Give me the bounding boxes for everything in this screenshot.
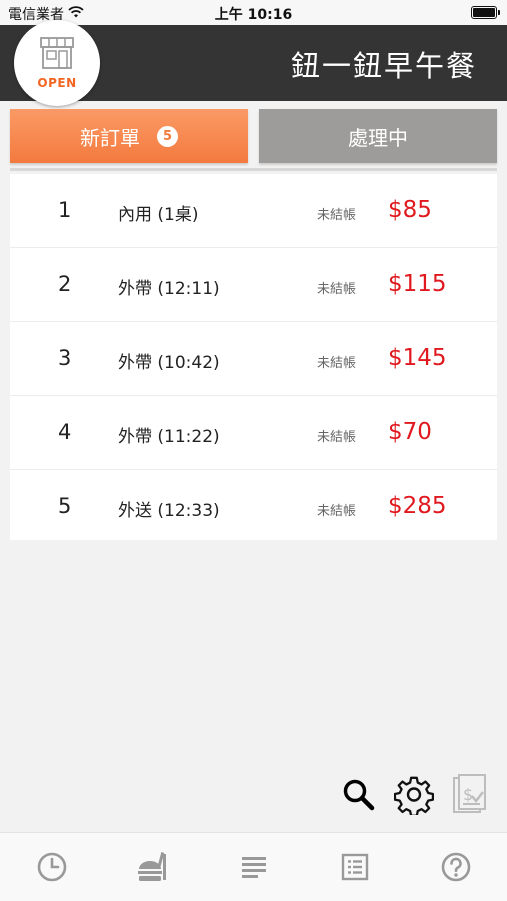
tab-new-orders-label: 新訂單 (80, 125, 140, 150)
order-status: 未結帳 (317, 282, 357, 297)
help-icon[interactable] (436, 847, 476, 887)
order-number: 4 (58, 420, 72, 444)
order-price: $285 (388, 493, 447, 519)
open-status-logo[interactable]: OPEN (14, 20, 100, 106)
order-number: 3 (58, 346, 72, 370)
order-number: 5 (58, 494, 72, 518)
order-type: 外帶 (12:11) (118, 279, 220, 299)
order-row[interactable]: 4 外帶 (11:22) 未結帳 $70 (10, 396, 497, 470)
order-status: 未結帳 (317, 430, 357, 445)
clock-time: 上午 10:16 (214, 7, 293, 23)
status-bar: 電信業者 上午 10:16 (0, 0, 507, 25)
order-price: $70 (388, 419, 432, 445)
toolbar: $ (0, 770, 507, 820)
order-type: 外帶 (10:42) (118, 353, 220, 373)
tab-processing[interactable]: 處理中 (259, 109, 497, 163)
order-list: 1 內用 (1桌) 未結帳 $85 2 外帶 (12:11) 未結帳 $115 … (10, 174, 497, 540)
order-status: 未結帳 (317, 356, 357, 371)
battery-icon (471, 6, 500, 19)
order-number: 1 (58, 198, 72, 222)
order-status: 未結帳 (317, 208, 357, 223)
storefront-icon (37, 36, 77, 74)
order-row[interactable]: 1 內用 (1桌) 未結帳 $85 (10, 174, 497, 248)
tab-new-orders[interactable]: 新訂單 5 (10, 109, 248, 163)
order-tabs: 新訂單 5 處理中 (10, 109, 497, 163)
order-type: 外帶 (11:22) (118, 427, 220, 447)
meal-icon[interactable] (132, 847, 172, 887)
order-number: 2 (58, 272, 72, 296)
order-row[interactable]: 2 外帶 (12:11) 未結帳 $115 (10, 248, 497, 322)
order-status: 未結帳 (317, 504, 357, 519)
svg-text:$: $ (463, 785, 473, 804)
receipt-check-icon[interactable]: $ (447, 770, 493, 820)
order-price: $115 (388, 271, 447, 297)
checklist-icon[interactable] (335, 847, 375, 887)
store-name: 鈕一鈕早午餐 (290, 49, 477, 83)
order-row[interactable]: 5 外送 (12:33) 未結帳 $285 (10, 470, 497, 544)
order-price: $85 (388, 197, 432, 223)
bottom-navigation (0, 832, 507, 901)
order-price: $145 (388, 345, 447, 371)
new-orders-count-badge: 5 (157, 125, 178, 147)
order-type: 內用 (1桌) (118, 205, 199, 225)
order-type: 外送 (12:33) (118, 501, 220, 521)
search-icon[interactable] (336, 770, 382, 820)
order-row[interactable]: 3 外帶 (10:42) 未結帳 $145 (10, 322, 497, 396)
tab-divider (10, 168, 497, 171)
list-icon[interactable] (234, 847, 274, 887)
gear-icon[interactable] (391, 770, 437, 820)
tab-processing-label: 處理中 (348, 125, 408, 150)
clock-icon[interactable] (32, 847, 72, 887)
open-label: OPEN (37, 76, 77, 90)
